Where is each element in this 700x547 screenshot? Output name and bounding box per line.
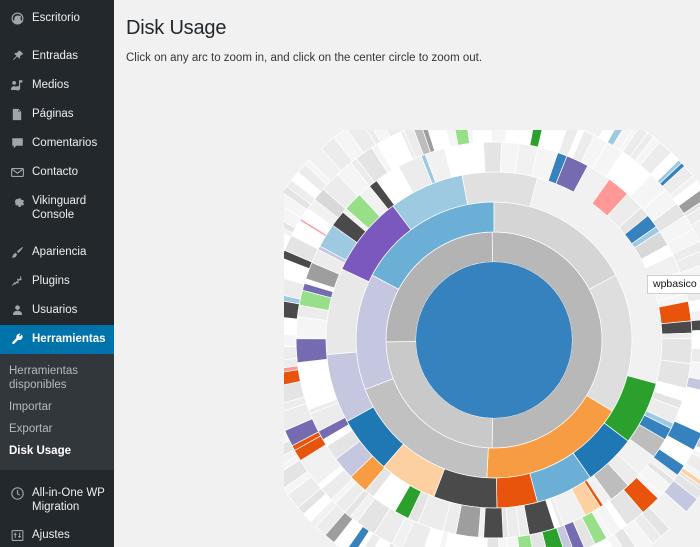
- sidebar-item-label: Escritorio: [32, 12, 80, 24]
- page-subtitle: Click on any arc to zoom in, and click o…: [126, 52, 483, 64]
- chart-tooltip: wpbasico 44.80 MB: [647, 275, 700, 294]
- sidebar-item-label: Páginas: [32, 108, 74, 120]
- page-icon: [9, 106, 25, 122]
- submenu-item-herramientas-disponibles[interactable]: Herramientas disponibles: [0, 360, 114, 396]
- sidebar-item-medios[interactable]: Medios: [0, 71, 114, 100]
- admin-sidebar: Escritorio Entradas Medios Páginas Comen…: [0, 0, 122, 547]
- sidebar-item-label: Ajustes: [32, 529, 70, 541]
- sidebar-item-herramientas[interactable]: Herramientas: [0, 325, 122, 354]
- sunburst-arc-file[interactable]: [490, 130, 507, 143]
- sidebar-item-label: Vikinguard Console: [32, 195, 87, 221]
- sidebar-item-apariencia[interactable]: Apariencia: [0, 238, 114, 267]
- sidebar-item-label: All-in-One WP Migration: [32, 487, 105, 513]
- user-icon: [9, 302, 25, 318]
- disk-usage-page: Escritorio Entradas Medios Páginas Comen…: [0, 0, 700, 547]
- comment-icon: [9, 135, 25, 151]
- sunburst-arc-file[interactable]: [661, 332, 693, 340]
- sunburst-arc-file[interactable]: [471, 130, 492, 144]
- sidebar-item-plugins[interactable]: Plugins: [0, 267, 114, 296]
- sidebar-item-comentarios[interactable]: Comentarios: [0, 129, 114, 158]
- disk-usage-sunburst-chart[interactable]: wpbasico 44.80 MB: [284, 130, 700, 547]
- sunburst-arc-file[interactable]: [660, 338, 693, 365]
- migration-icon: [9, 485, 25, 501]
- sidebar-item-ajustes[interactable]: Ajustes: [0, 521, 114, 547]
- sliders-icon: [9, 527, 25, 543]
- sidebar-item-usuarios[interactable]: Usuarios: [0, 296, 114, 325]
- sunburst-arc-file[interactable]: [499, 141, 520, 174]
- sunburst-center-circle[interactable]: [416, 262, 572, 418]
- sunburst-arc-fonts[interactable]: [496, 472, 538, 509]
- sunburst-arc-file[interactable]: [443, 143, 473, 178]
- sunburst-arc-file[interactable]: [284, 334, 297, 348]
- page-title: Disk Usage: [126, 17, 227, 39]
- wrench-icon: [9, 331, 25, 347]
- main-content: Disk Usage Click on any arc to zoom in, …: [114, 0, 700, 547]
- sidebar-divider: [0, 229, 114, 238]
- sidebar-item-label: Medios: [32, 79, 70, 91]
- sidebar-item-vikinguard-console[interactable]: Vikinguard Console: [0, 187, 114, 229]
- sidebar-divider: [0, 470, 114, 479]
- sidebar-divider: [0, 33, 114, 42]
- sidebar-item-label: Usuarios: [32, 304, 78, 316]
- sidebar-item-label: Apariencia: [32, 246, 87, 258]
- sidebar-item-escritorio[interactable]: Escritorio: [0, 4, 114, 33]
- gear-icon: [9, 193, 25, 209]
- sidebar-item-label: Herramientas: [32, 333, 106, 345]
- tools-submenu: Herramientas disponibles Importar Export…: [0, 354, 114, 470]
- sidebar-item-entradas[interactable]: Entradas: [0, 42, 114, 71]
- sidebar-item-paginas[interactable]: Páginas: [0, 100, 114, 129]
- sidebar-item-label: Comentarios: [32, 137, 98, 149]
- sunburst-arc-file[interactable]: [295, 338, 328, 364]
- sidebar-item-label: Plugins: [32, 275, 70, 287]
- sidebar-item-label: Contacto: [32, 166, 79, 178]
- plug-icon: [9, 273, 25, 289]
- sidebar-item-label: Entradas: [32, 50, 79, 62]
- sunburst-arc-file[interactable]: [691, 329, 700, 350]
- submenu-item-exportar[interactable]: Exportar: [0, 418, 114, 440]
- sunburst-svg[interactable]: [284, 130, 700, 547]
- pin-icon: [9, 48, 25, 64]
- submenu-item-disk-usage[interactable]: Disk Usage: [0, 440, 114, 462]
- sunburst-arc-file[interactable]: [483, 141, 502, 173]
- media-icon: [9, 77, 25, 93]
- sidebar-item-all-in-one-wp-migration[interactable]: All-in-One WP Migration: [0, 479, 114, 521]
- dashboard-icon: [9, 10, 25, 26]
- sidebar-item-contacto[interactable]: Contacto: [0, 158, 114, 187]
- brush-icon: [9, 244, 25, 260]
- submenu-item-importar[interactable]: Importar: [0, 396, 114, 418]
- sunburst-arc-misc[interactable]: [461, 171, 538, 208]
- sunburst-arc-file[interactable]: [690, 318, 700, 332]
- sunburst-arc-file[interactable]: [486, 537, 500, 547]
- sunburst-arc-file[interactable]: [483, 507, 504, 539]
- envelope-icon: [9, 164, 25, 180]
